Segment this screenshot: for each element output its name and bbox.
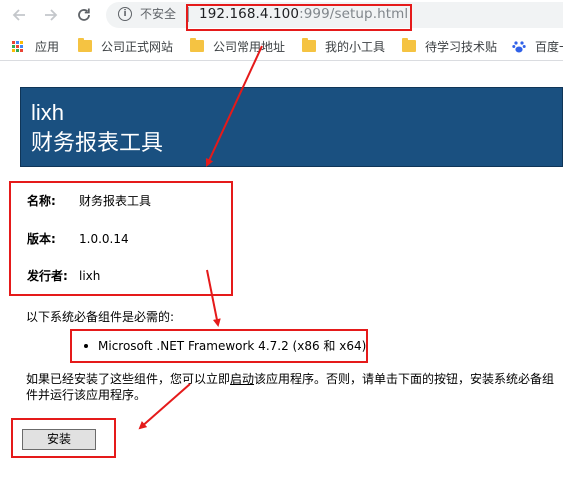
bookmark-baidu[interactable]: 百度一	[512, 38, 563, 54]
baidu-paw-icon	[512, 40, 526, 53]
bookmark-folder-my-tools[interactable]: 我的小工具	[302, 38, 385, 54]
bookmark-label: 我的小工具	[325, 39, 386, 54]
bookmark-apps[interactable]: 应用	[12, 38, 59, 54]
annotation-box-prerequisite	[70, 329, 368, 363]
folder-icon	[190, 38, 204, 52]
folder-icon	[302, 38, 316, 52]
bookmark-folder-to-learn[interactable]: 待学习技术贴	[402, 38, 497, 54]
bookmark-label: 百度一	[535, 39, 563, 54]
annotation-box-install	[11, 418, 116, 458]
prerequisites-intro: 以下系统必备组件是必需的:	[26, 310, 175, 324]
launch-link[interactable]: 启动	[230, 372, 254, 386]
back-arrow-icon[interactable]	[8, 4, 30, 26]
banner-app-name: 财务报表工具	[31, 131, 164, 156]
annotation-box-details	[9, 181, 233, 296]
site-info-icon[interactable]: i	[118, 7, 132, 21]
app-banner: lixh 财务报表工具	[20, 87, 563, 167]
bookmark-label: 公司正式网站	[101, 39, 174, 54]
instructions-text-before: 如果已经安装了这些组件，您可以立即	[26, 372, 231, 386]
banner-publisher: lixh	[31, 100, 65, 125]
reload-icon[interactable]	[73, 4, 95, 26]
folder-icon	[78, 38, 92, 52]
annotation-box-url	[186, 4, 412, 31]
bookmark-label: 待学习技术贴	[425, 39, 498, 54]
bookmark-label: 公司常用地址	[213, 39, 286, 54]
install-instructions: 如果已经安装了这些组件，您可以立即启动该应用程序。否则，请单击下面的按钮，安装系…	[26, 371, 561, 403]
forward-arrow-icon[interactable]	[40, 4, 62, 26]
bookmark-folder-company-addresses[interactable]: 公司常用地址	[190, 38, 285, 54]
bookmarks-bar: 应用 公司正式网站 公司常用地址 我的小工具 待学习技术贴 百度一	[0, 31, 563, 61]
bookmark-folder-company-site[interactable]: 公司正式网站	[78, 38, 173, 54]
folder-icon	[402, 38, 416, 52]
security-status[interactable]: 不安全	[140, 7, 176, 22]
apps-grid-icon	[12, 40, 23, 52]
bookmark-label: 应用	[35, 39, 60, 54]
